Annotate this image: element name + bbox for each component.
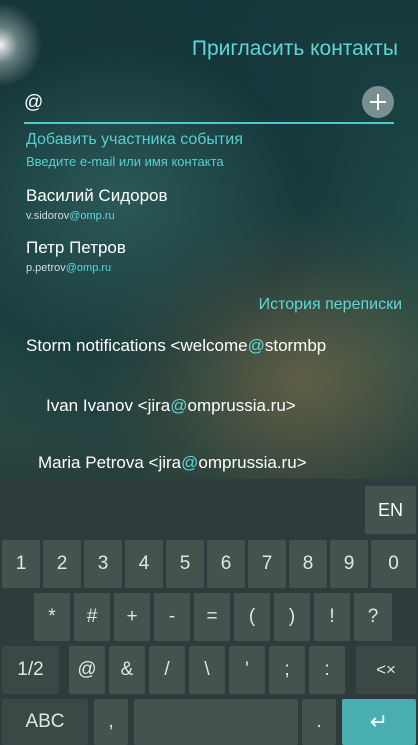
add-contact-button[interactable]	[362, 86, 394, 118]
key[interactable]: )	[274, 593, 310, 641]
key[interactable]: 3	[84, 540, 122, 588]
key[interactable]: .	[302, 699, 336, 745]
space-key[interactable]	[134, 699, 298, 745]
abc-key[interactable]: ABC	[2, 699, 88, 745]
key[interactable]: +	[114, 593, 150, 641]
key[interactable]: 6	[207, 540, 245, 588]
key[interactable]: &	[109, 646, 145, 694]
enter-key[interactable]: ↵	[342, 699, 416, 745]
key[interactable]: @	[69, 646, 105, 694]
search-row	[24, 86, 394, 122]
key[interactable]: 8	[289, 540, 327, 588]
hint-title: Добавить участника события	[26, 131, 243, 148]
key[interactable]: 4	[125, 540, 163, 588]
history-label: История переписки	[258, 296, 402, 313]
key[interactable]: ?	[354, 593, 392, 641]
key[interactable]: ,	[94, 699, 128, 745]
key[interactable]: \	[189, 646, 225, 694]
key[interactable]: 5	[166, 540, 204, 588]
key[interactable]: #	[74, 593, 110, 641]
key[interactable]: /	[149, 646, 185, 694]
key-symbols-page[interactable]: 1/2	[2, 646, 59, 694]
history-item[interactable]: Storm notifications <welcome@stormbp	[26, 336, 418, 356]
hint-subtitle: Введите e-mail или имя контакта	[26, 154, 224, 169]
key[interactable]: !	[314, 593, 350, 641]
key[interactable]: 1	[2, 540, 40, 588]
history-item[interactable]: Ivan Ivanov <jira@omprussia.ru>	[46, 396, 296, 416]
contact-name: Василий Сидоров	[26, 186, 168, 205]
plus-icon	[370, 94, 386, 110]
key[interactable]: =	[194, 593, 230, 641]
history-item[interactable]: Maria Petrova <jira@omprussia.ru>	[38, 453, 307, 473]
search-underline	[24, 122, 394, 124]
search-input[interactable]	[24, 88, 344, 118]
key[interactable]: (	[234, 593, 270, 641]
key[interactable]: 0	[371, 540, 416, 588]
key[interactable]: -	[154, 593, 190, 641]
backspace-key[interactable]: <×	[356, 646, 416, 694]
key[interactable]: 7	[248, 540, 286, 588]
contact-email: v.sidorov@omp.ru	[26, 210, 115, 222]
key[interactable]: 9	[330, 540, 368, 588]
contact-name: Петр Петров	[26, 238, 126, 257]
contact-item[interactable]: Петр Петров p.petrov@omp.ru	[26, 238, 126, 274]
keyboard: EN 1 2 3 4 5 6 7 8 9 0 * # + - = ( ) ! ?…	[0, 479, 418, 745]
contact-item[interactable]: Василий Сидоров v.sidorov@omp.ru	[26, 186, 168, 222]
key[interactable]: '	[229, 646, 265, 694]
key[interactable]: 2	[43, 540, 81, 588]
key[interactable]: ;	[269, 646, 305, 694]
page-title: Пригласить контакты	[191, 37, 398, 60]
key[interactable]: *	[34, 593, 70, 641]
contact-email: p.petrov@omp.ru	[26, 262, 112, 274]
key[interactable]: :	[309, 646, 345, 694]
language-key[interactable]: EN	[365, 486, 416, 534]
